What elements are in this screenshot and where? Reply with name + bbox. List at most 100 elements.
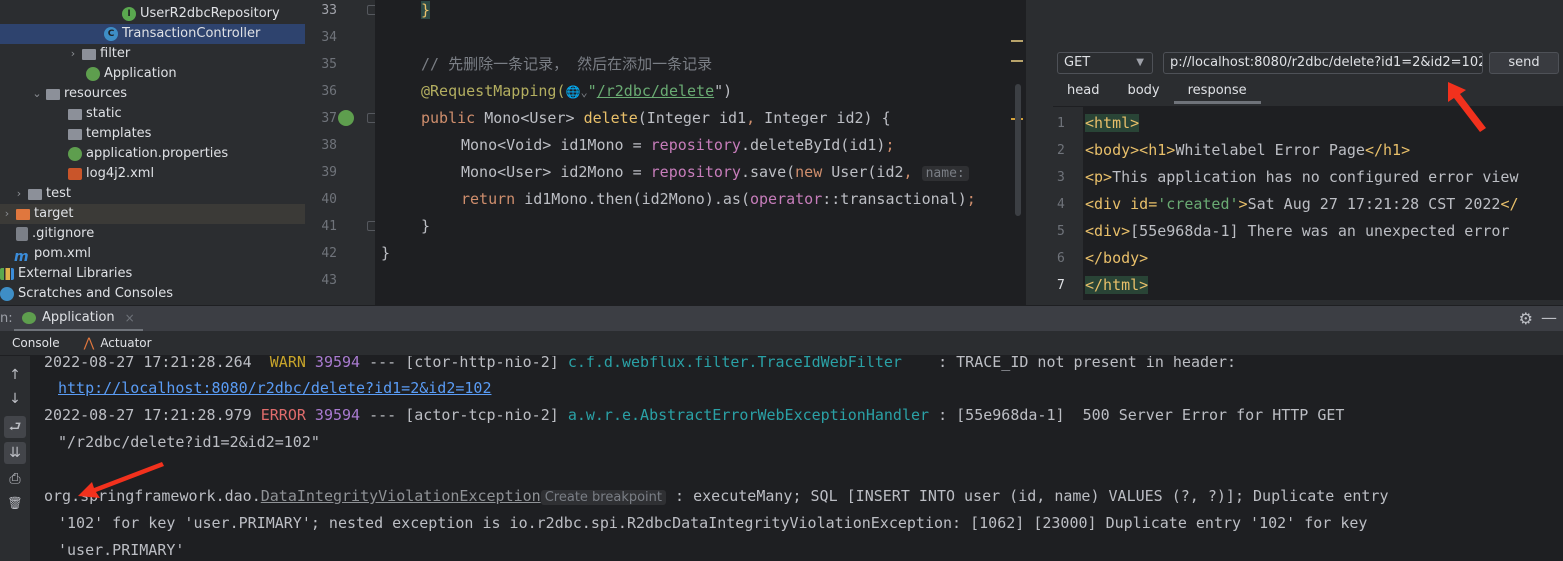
- arrow-up-icon[interactable]: ↑: [4, 364, 26, 386]
- console-output[interactable]: 2022-08-27 17:21:28.264 WARN 39594 --- […: [30, 356, 1563, 561]
- project-tree: I UserR2dbcRepository C TransactionContr…: [0, 0, 305, 305]
- folder-icon: [68, 128, 82, 140]
- code-comment: // 先删除一条记录， 然后在添加一条记录: [421, 55, 713, 73]
- line-number: 4: [1057, 197, 1065, 212]
- line-number: 35: [321, 57, 337, 72]
- package-folder-icon: [82, 48, 96, 60]
- line-number: 40: [321, 192, 337, 207]
- response-token: </html>: [1085, 276, 1149, 294]
- response-token: </: [1500, 195, 1519, 213]
- create-breakpoint-button[interactable]: Create breakpoint: [540, 490, 667, 505]
- code-token: Mono<User> id2Mono =: [461, 163, 651, 181]
- tab-actuator[interactable]: ⋀ Actuator: [72, 336, 164, 351]
- tab-head[interactable]: head: [1053, 80, 1113, 104]
- exception-class-link[interactable]: DataIntegrityViolationException: [261, 487, 541, 505]
- code-token: "): [714, 82, 733, 100]
- send-button[interactable]: send: [1489, 52, 1559, 74]
- resources-folder-icon: [46, 88, 60, 100]
- code-token: ;: [966, 190, 976, 208]
- tab-response[interactable]: response: [1173, 80, 1261, 104]
- code-token: Mono<User>: [475, 109, 584, 127]
- code-token: Integer id2) {: [755, 109, 891, 127]
- tab-console-label: Console: [12, 336, 60, 350]
- panel-splitter[interactable]: [1025, 0, 1053, 305]
- tree-item-transactioncontroller[interactable]: C TransactionController: [0, 24, 305, 44]
- log-timestamp: 2022-08-27 17:21:28.979: [44, 406, 261, 424]
- chevron-right-icon[interactable]: ›: [0, 204, 14, 224]
- spring-app-icon: [86, 67, 100, 81]
- line-number: 33: [321, 3, 337, 18]
- response-viewer[interactable]: 1 2 3 4 5 6 7 <html> <body><h1>Whitelabe…: [1053, 106, 1563, 300]
- line-number: 5: [1057, 224, 1065, 239]
- line-number: 2: [1057, 143, 1065, 158]
- tree-item-application-properties[interactable]: application.properties: [68, 144, 228, 164]
- soft-wrap-icon[interactable]: ⮐: [4, 416, 26, 438]
- response-token: 'created': [1157, 195, 1239, 213]
- code-token: User(id2: [822, 163, 904, 181]
- tree-item-target[interactable]: › target: [0, 204, 305, 224]
- tree-item-resources[interactable]: ⌄ resources: [30, 84, 127, 104]
- tree-item-pom-xml[interactable]: m pom.xml: [14, 244, 91, 265]
- scroll-to-end-icon[interactable]: ⇊: [4, 442, 26, 464]
- exception-package: org.springframework.dao.: [44, 487, 261, 505]
- tree-item-templates[interactable]: templates: [68, 124, 151, 144]
- method-select[interactable]: GET ▼: [1057, 52, 1153, 74]
- tree-item-gitignore[interactable]: .gitignore: [16, 224, 94, 244]
- code-token: Mono<Void> id1Mono =: [461, 136, 651, 154]
- trash-icon[interactable]: 🗑: [4, 492, 26, 514]
- code-editor[interactable]: 33 34 35 36 37 38 39 40 41 42 43 } // 先删…: [305, 0, 1025, 305]
- line-number: 41: [321, 219, 337, 234]
- error-stripe-marker[interactable]: [1011, 40, 1023, 42]
- response-gutter: 1 2 3 4 5 6 7: [1053, 107, 1083, 300]
- tree-item-scratches[interactable]: Scratches and Consoles: [0, 284, 173, 304]
- maven-icon: m: [14, 249, 29, 265]
- xml-file-icon: [68, 168, 82, 180]
- editor-scrollbar[interactable]: [1015, 84, 1021, 216]
- line-number: 6: [1057, 251, 1065, 266]
- log-logger: a.w.r.e.AbstractErrorWebExceptionHandler: [567, 406, 930, 424]
- tree-item-static[interactable]: static: [68, 104, 122, 124]
- chevron-right-icon[interactable]: ›: [66, 44, 80, 64]
- line-number: 34: [321, 30, 337, 45]
- globe-icon[interactable]: 🌐⌄: [566, 85, 588, 99]
- code-token: }: [381, 244, 391, 262]
- tree-item-log4j2-xml[interactable]: log4j2.xml: [68, 164, 154, 184]
- run-tab-label: Application: [42, 310, 115, 325]
- run-tab-application[interactable]: Application ×: [14, 306, 143, 332]
- editor-gutter: 33 34 35 36 37 38 39 40 41 42 43: [305, 0, 377, 305]
- line-number: 36: [321, 84, 337, 99]
- chevron-down-icon[interactable]: ⌄: [30, 84, 44, 104]
- tree-item-userr2dbcrepository[interactable]: I UserR2dbcRepository: [122, 4, 280, 24]
- http-client-panel: GET ▼ p://localhost:8080/r2dbc/delete?id1…: [1053, 0, 1563, 305]
- close-icon[interactable]: ×: [125, 311, 135, 325]
- tab-console[interactable]: Console: [0, 336, 72, 350]
- gear-icon[interactable]: ⚙: [1519, 309, 1533, 328]
- response-token: <html>: [1085, 114, 1140, 132]
- spring-endpoint-gutter-icon[interactable]: [338, 110, 354, 126]
- libraries-icon: [0, 268, 14, 280]
- tree-item-filter[interactable]: › filter: [66, 44, 130, 64]
- tab-body[interactable]: body: [1113, 80, 1173, 104]
- response-token: </h1>: [1364, 141, 1411, 159]
- minimize-icon[interactable]: —: [1541, 308, 1557, 327]
- log-message: 'user.PRIMARY': [58, 541, 185, 559]
- response-token: </body>: [1085, 249, 1149, 267]
- response-token: <p>: [1085, 168, 1113, 186]
- endpoint-path-link[interactable]: /r2dbc/delete: [597, 82, 714, 100]
- tree-item-test[interactable]: › test: [12, 184, 71, 204]
- chevron-right-icon[interactable]: ›: [12, 184, 26, 204]
- code-area[interactable]: } // 先删除一条记录， 然后在添加一条记录 @RequestMapping(…: [375, 0, 1025, 305]
- url-input[interactable]: p://localhost:8080/r2dbc/delete?id1=2&id…: [1163, 52, 1483, 74]
- error-stripe-marker[interactable]: [1011, 60, 1023, 62]
- request-tabs: head body response: [1053, 80, 1261, 104]
- url-link[interactable]: http://localhost:8080/r2dbc/delete?id1=2…: [58, 379, 491, 397]
- log-message: : executeMany; SQL [INSERT INTO user (id…: [666, 487, 1389, 505]
- arrow-down-icon[interactable]: ↓: [4, 388, 26, 410]
- print-icon[interactable]: ⎙: [4, 468, 26, 490]
- tree-item-application[interactable]: Application: [86, 64, 177, 84]
- log-pid: 39594: [305, 406, 361, 424]
- line-number: 39: [321, 165, 337, 180]
- tree-item-external-libraries[interactable]: External Libraries: [0, 264, 132, 284]
- code-keyword: new: [795, 163, 823, 181]
- log-thread: --- [actor-tcp-nio-2]: [360, 406, 568, 424]
